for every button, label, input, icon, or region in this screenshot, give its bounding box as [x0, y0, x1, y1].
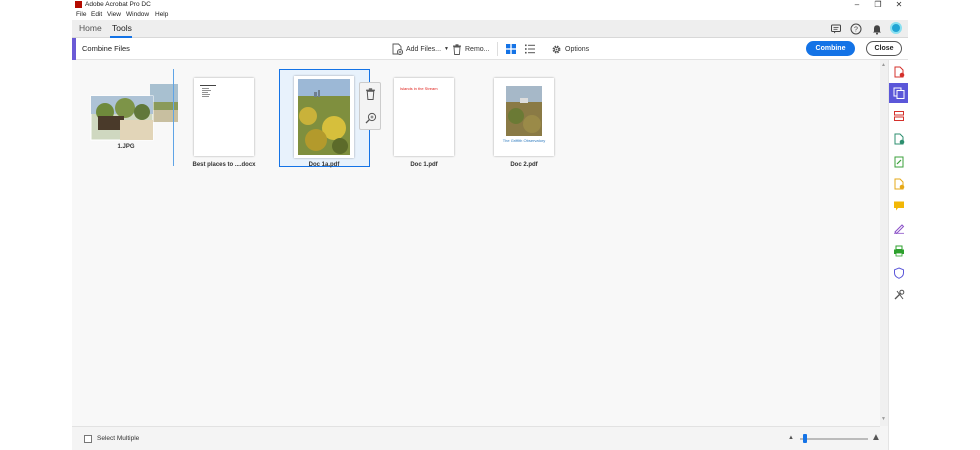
grid-view-icon[interactable]	[505, 43, 517, 55]
zoom-in-icon[interactable]	[365, 112, 377, 124]
trash-icon	[453, 43, 461, 55]
file-hover-tools	[359, 82, 381, 130]
file-name-docx: Best places to ....docx	[192, 162, 256, 168]
sign-icon[interactable]	[893, 222, 905, 234]
select-multiple-label: Select Multiple	[97, 435, 140, 442]
combine-files-icon	[893, 87, 905, 99]
file-name-doc1a: Doc 1a.pdf	[308, 162, 340, 168]
title-bar: Adobe Acrobat Pro DC – ❐ ✕	[72, 0, 908, 10]
organize-pages-icon[interactable]	[893, 110, 905, 122]
chevron-down-icon: ▼	[444, 46, 449, 52]
options-button[interactable]: Options	[551, 42, 589, 56]
comment-icon[interactable]	[893, 200, 905, 212]
help-icon[interactable]: ?	[850, 23, 862, 35]
combine-tool-active[interactable]	[889, 83, 908, 103]
window-title: Adobe Acrobat Pro DC	[85, 1, 151, 8]
scroll-down-icon[interactable]: ▼	[881, 416, 886, 422]
menu-file[interactable]: File	[76, 11, 86, 18]
file-name-1jpg: 1.JPG	[117, 144, 135, 150]
menu-bar: File Edit View Window Help	[72, 10, 908, 20]
gear-icon	[552, 45, 561, 53]
menu-view[interactable]: View	[107, 11, 121, 18]
remove-button[interactable]: Remo...	[452, 42, 490, 56]
file-tile-docx[interactable]	[194, 78, 254, 156]
acrobat-window: Adobe Acrobat Pro DC – ❐ ✕ File Edit Vie…	[72, 0, 908, 450]
thumbnail-size-slider[interactable]	[800, 438, 868, 440]
combine-toolbar: Combine Files Add Files... ▼ Remo... Opt…	[72, 38, 908, 60]
zoom-out-icon[interactable]: ▲	[788, 435, 794, 441]
menu-edit[interactable]: Edit	[91, 11, 102, 18]
options-label: Options	[565, 45, 590, 53]
edit-pdf-icon[interactable]	[893, 156, 905, 168]
remove-label: Remo...	[465, 45, 490, 53]
maximize-button[interactable]: ❐	[873, 0, 883, 9]
combine-button[interactable]: Combine	[806, 41, 855, 56]
print-production-icon[interactable]	[893, 245, 905, 257]
fill-sign-icon[interactable]	[893, 178, 905, 190]
doc1-page-text: Islands in the Stream	[400, 86, 438, 91]
add-file-icon	[392, 43, 403, 55]
select-multiple-checkbox[interactable]	[84, 435, 92, 443]
more-tools-icon[interactable]	[893, 289, 905, 301]
slider-thumb[interactable]	[803, 434, 807, 443]
file-tile-doc1a[interactable]	[294, 76, 354, 158]
file-tile-doc1[interactable]: Islands in the Stream	[394, 78, 454, 156]
tab-bar: Home Tools ?	[72, 20, 908, 38]
tools-pane	[888, 60, 908, 450]
acrobat-logo-icon	[75, 1, 82, 8]
minimize-button[interactable]: –	[852, 0, 862, 9]
tab-tools[interactable]: Tools	[112, 23, 132, 33]
image-stack-thumbnail	[90, 84, 178, 141]
zoom-in-large-icon[interactable]: ▲	[871, 432, 881, 443]
menu-help[interactable]: Help	[155, 11, 168, 18]
add-files-button[interactable]: Add Files... ▼	[392, 42, 449, 56]
tab-home[interactable]: Home	[79, 23, 102, 33]
protect-icon[interactable]	[893, 267, 905, 279]
avatar[interactable]	[890, 22, 902, 34]
list-view-icon[interactable]	[524, 43, 536, 55]
docx-thumbnail	[200, 85, 216, 97]
scroll-up-icon[interactable]: ▲	[881, 62, 886, 68]
menu-window[interactable]: Window	[126, 11, 149, 18]
close-window-button[interactable]: ✕	[894, 0, 904, 9]
vertical-scrollbar[interactable]: ▲ ▼	[880, 60, 888, 426]
export-pdf-icon[interactable]	[893, 133, 905, 145]
doc2-page-text: The Griffith Observatory	[502, 138, 546, 143]
toolbar-divider	[497, 42, 498, 56]
insertion-marker	[173, 69, 174, 166]
file-name-doc2: Doc 2.pdf	[510, 162, 538, 168]
doc2-photo	[506, 86, 542, 136]
status-bar: Select Multiple ▲ ▲	[72, 426, 881, 450]
create-pdf-icon[interactable]	[893, 66, 905, 78]
page-title: Combine Files	[82, 44, 130, 53]
tool-accent-bar	[72, 38, 76, 60]
doc1a-thumbnail	[298, 79, 350, 155]
bell-icon[interactable]	[871, 23, 883, 35]
add-files-label: Add Files...	[406, 45, 442, 53]
file-name-doc1: Doc 1.pdf	[410, 162, 438, 168]
chat-icon[interactable]	[830, 23, 842, 35]
svg-text:?: ?	[854, 27, 858, 34]
file-tile-1jpg[interactable]	[90, 82, 180, 146]
trash-icon[interactable]	[365, 88, 376, 100]
close-button[interactable]: Close	[866, 41, 902, 56]
file-tile-doc2[interactable]: The Griffith Observatory	[494, 78, 554, 156]
